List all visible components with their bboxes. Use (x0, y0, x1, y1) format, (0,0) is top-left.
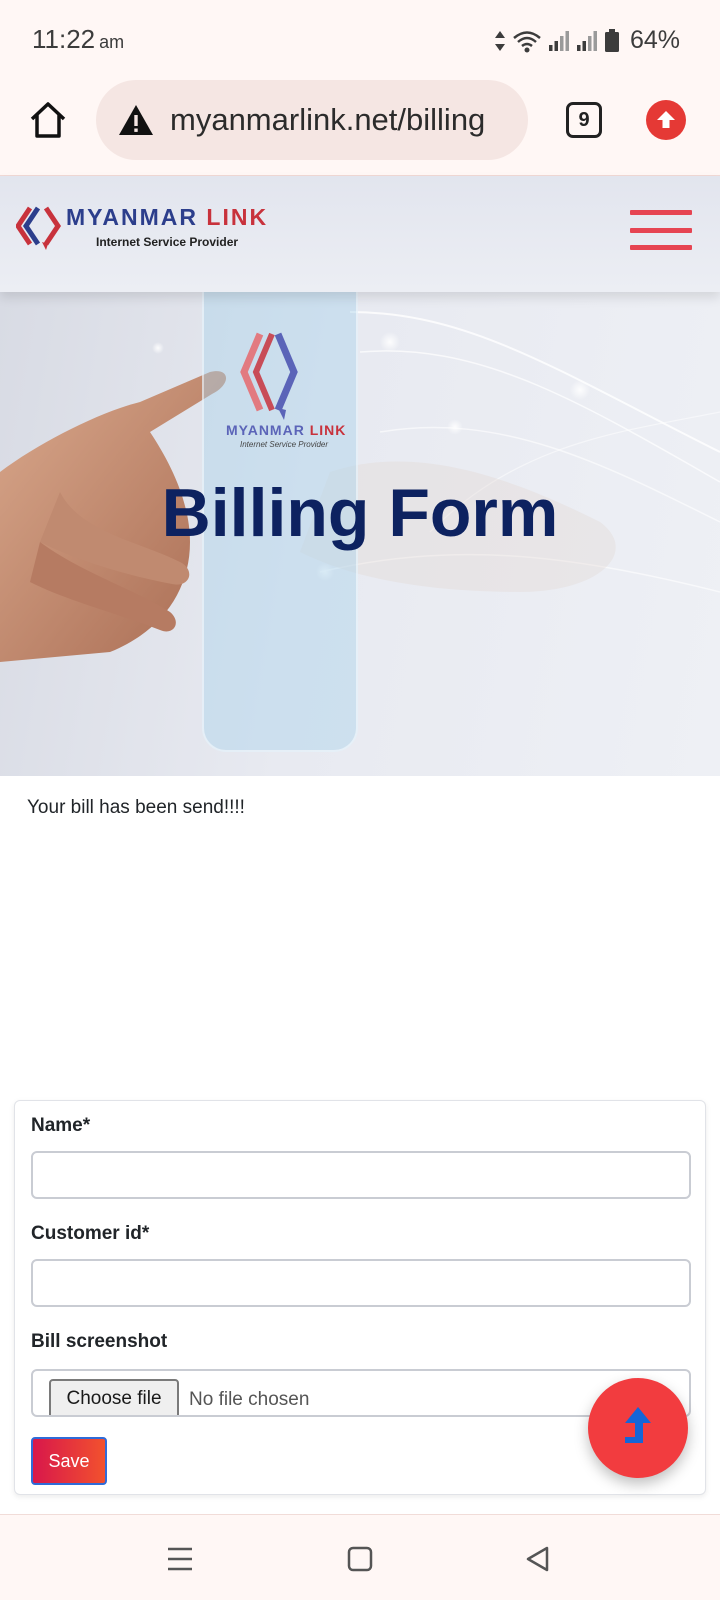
battery-percent: 64% (629, 26, 680, 54)
scroll-to-top-button[interactable] (588, 1378, 688, 1478)
site-header: MYANMAR LINK Internet Service Provider (0, 176, 720, 292)
name-input[interactable] (31, 1151, 691, 1199)
file-status: No file chosen (189, 1389, 310, 1410)
name-label: Name* (31, 1115, 91, 1136)
recent-apps-button[interactable] (162, 1541, 198, 1577)
hero-logo-name-accent: LINK (309, 422, 347, 438)
logo-name-accent: LINK (206, 204, 269, 230)
logo-mark-icon (16, 206, 62, 250)
signal-2-icon (576, 30, 597, 51)
status-icons: 64% (494, 26, 680, 55)
customer-id-label: Customer id* (31, 1223, 150, 1244)
hamburger-menu-icon[interactable] (630, 210, 692, 250)
hero-logo-mark-icon (240, 332, 298, 420)
tab-switcher-button[interactable]: 9 (566, 102, 602, 138)
warning-icon[interactable] (118, 104, 154, 136)
customer-id-input[interactable] (31, 1259, 691, 1307)
save-button[interactable]: Save (31, 1437, 107, 1485)
system-home-button[interactable] (342, 1541, 378, 1577)
hero-banner: MYANMAR LINK Internet Service Provider B… (0, 292, 720, 776)
hero-logo-tagline: Internet Service Provider (240, 440, 329, 449)
url-text[interactable]: myanmarlink.net/billing (170, 102, 485, 138)
system-navigation-bar (0, 1514, 720, 1600)
menu-line (630, 210, 692, 215)
logo-tagline: Internet Service Provider (96, 235, 239, 249)
hero-logo-name: MYANMAR LINK (226, 422, 346, 438)
data-arrows-icon (494, 30, 505, 51)
choose-file-button[interactable]: Choose file (49, 1379, 179, 1415)
status-time-value: 11:22 (32, 24, 96, 54)
page-title: Billing Form (161, 475, 559, 551)
status-time: 11:22 am (32, 24, 124, 55)
hero-logo-name-main: MYANMAR (226, 422, 305, 438)
status-bar: 11:22 am 64% (0, 0, 720, 80)
wifi-icon (513, 30, 541, 52)
home-icon (30, 102, 66, 138)
logo-name: MYANMAR LINK (66, 204, 268, 231)
address-bar[interactable]: myanmarlink.net/billing (96, 80, 528, 160)
signal-1-icon (548, 30, 569, 51)
confirmation-message: Your bill has been send!!!! (27, 797, 245, 818)
recent-apps-icon (168, 1547, 192, 1571)
site-logo[interactable]: MYANMAR LINK Internet Service Provider (16, 204, 268, 252)
home-button[interactable] (26, 98, 70, 142)
menu-line (630, 227, 692, 233)
upload-icon (657, 111, 675, 128)
arrow-up-icon (625, 1407, 651, 1443)
logo-name-main: MYANMAR (66, 204, 198, 230)
status-time-ampm: am (99, 32, 125, 52)
browser-toolbar: myanmarlink.net/billing 9 (0, 80, 720, 176)
upload-button[interactable] (646, 100, 686, 140)
back-button[interactable] (520, 1541, 556, 1577)
back-triangle-icon (526, 1546, 549, 1572)
bill-screenshot-label: Bill screenshot (31, 1331, 168, 1352)
menu-line (630, 245, 692, 250)
logo-text: MYANMAR LINK Internet Service Provider (66, 204, 268, 249)
square-home-icon (347, 1546, 373, 1572)
battery-icon (604, 28, 619, 52)
